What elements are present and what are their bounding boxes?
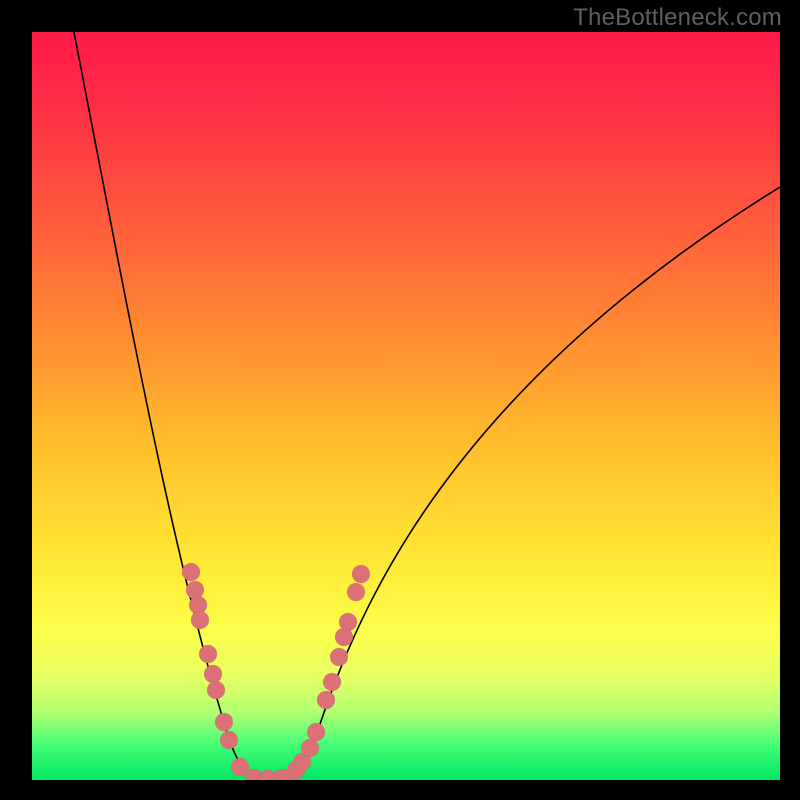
bead-markers	[182, 563, 370, 780]
bead-right-4	[317, 691, 335, 709]
bead-right-2	[301, 739, 319, 757]
bead-right-6	[330, 648, 348, 666]
curve-paths	[74, 32, 780, 778]
curve-left-branch	[74, 32, 256, 778]
bead-right-8	[339, 613, 357, 631]
bead-right-10	[352, 565, 370, 583]
bead-left-3	[191, 611, 209, 629]
plot-area	[32, 32, 780, 780]
chart-frame: TheBottleneck.com	[0, 0, 800, 800]
bead-right-9	[347, 583, 365, 601]
bead-right-5	[323, 673, 341, 691]
bead-left-6	[207, 681, 225, 699]
curve-layer	[32, 32, 780, 780]
bead-left-0	[182, 563, 200, 581]
bead-right-3	[307, 723, 325, 741]
bead-left-5	[204, 665, 222, 683]
watermark-text: TheBottleneck.com	[573, 4, 782, 32]
curve-right-branch	[282, 187, 780, 778]
bead-left-4	[199, 645, 217, 663]
bead-left-7	[215, 713, 233, 731]
bead-left-8	[220, 731, 238, 749]
